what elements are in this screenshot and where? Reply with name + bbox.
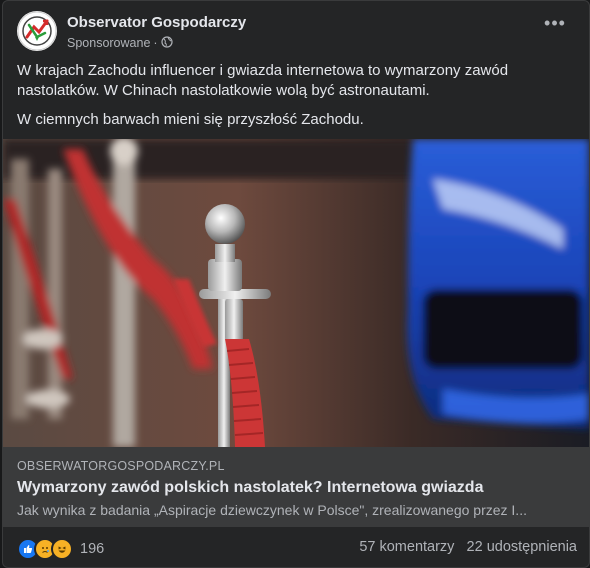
link-domain: OBSERWATORGOSPODARCZY.PL (17, 459, 225, 473)
haha-icon (51, 538, 73, 560)
sponsored-post-card: Observator Gospodarczy Sponsorowane · •••… (2, 0, 590, 568)
shares-count-link[interactable]: 22 udostępnienia (467, 539, 577, 555)
post-meta: Sponsorowane · (67, 36, 173, 51)
reactions-summary[interactable]: 196 (17, 538, 105, 560)
sponsored-label[interactable]: Sponsorowane (67, 36, 150, 50)
post-image[interactable] (3, 139, 589, 447)
page-name-link[interactable]: Observator Gospodarczy (67, 14, 246, 31)
reaction-count: 196 (80, 541, 105, 557)
observator-logo-icon (17, 11, 57, 51)
link-title[interactable]: Wymarzony zawód polskich nastolatek? Int… (17, 479, 483, 497)
post-header: Observator Gospodarczy Sponsorowane · ••• (17, 11, 577, 55)
link-preview[interactable]: OBSERWATORGOSPODARCZY.PL Wymarzony zawód… (3, 447, 589, 527)
stanchion-and-car-photo (3, 139, 589, 447)
post-text-line-1: W krajach Zachodu influencer i gwiazda i… (17, 62, 509, 99)
post-text-line-2: W ciemnych barwach mieni się przyszłość … (17, 111, 364, 128)
more-options-button[interactable]: ••• (541, 14, 569, 39)
engagement-stats: 57 komentarzy 22 udostępnienia (359, 539, 577, 555)
globe-icon[interactable] (160, 36, 173, 51)
page-avatar[interactable] (17, 11, 57, 51)
comments-count-link[interactable]: 57 komentarzy (359, 539, 454, 555)
post-text: W krajach Zachodu influencer i gwiazda i… (17, 61, 577, 139)
post-footer: 196 57 komentarzy 22 udostępnienia (3, 527, 589, 567)
meta-separator: · (153, 36, 158, 50)
link-description: Jak wynika z badania „Aspiracje dziewczy… (17, 502, 527, 518)
